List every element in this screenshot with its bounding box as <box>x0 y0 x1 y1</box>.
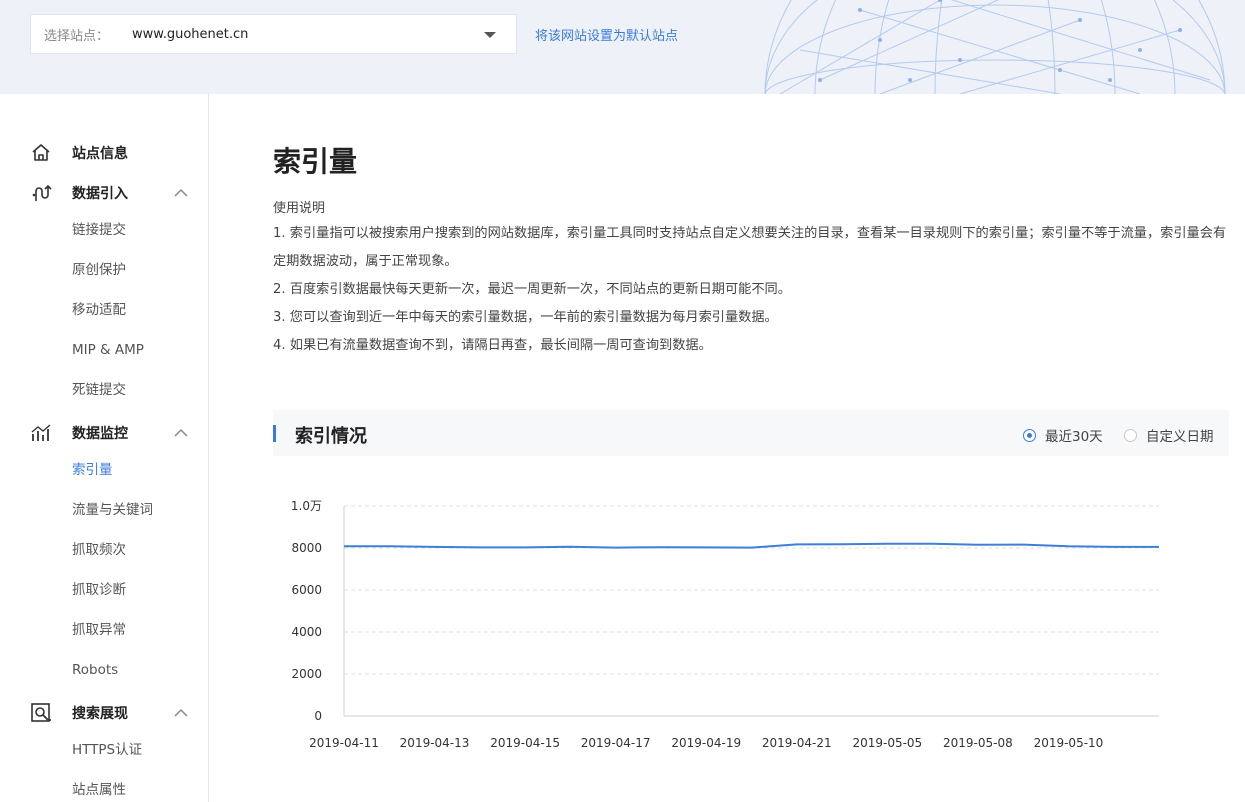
panel-title: 索引情况 <box>295 426 367 447</box>
sidebar-item-traffic-keywords[interactable]: 流量与关键词 <box>72 500 153 520</box>
accent-bar <box>273 425 276 442</box>
usage-note-3: 3. 您可以查询到近一年中每天的索引量数据，一年前的索引量数据为每月索引量数据。 <box>273 310 778 325</box>
sidebar-item-link-submit[interactable]: 链接提交 <box>72 220 126 240</box>
sidebar-item-crawl-error[interactable]: 抓取异常 <box>72 620 126 640</box>
index-panel-header: 索引情况 最近30天 自定义日期 <box>273 410 1229 456</box>
sidebar-item-site-attributes[interactable]: 站点属性 <box>72 780 126 800</box>
chevron-up-icon[interactable] <box>174 706 188 720</box>
x-tick-label: 2019-05-05 <box>852 736 922 750</box>
y-tick-label: 1.0万 <box>291 499 322 513</box>
radio-dot-icon <box>1023 428 1036 442</box>
sidebar-item-dead-link[interactable]: 死链提交 <box>72 380 126 400</box>
app-root: 选择站点： www.guohenet.cn 将该网站设置为默认站点 站点信息 数… <box>0 0 1245 802</box>
x-tick-label: 2019-05-10 <box>1034 736 1104 750</box>
y-tick-label: 8000 <box>291 541 322 555</box>
sidebar-section-label: 搜索展现 <box>72 706 128 722</box>
chevron-up-icon[interactable] <box>174 426 188 440</box>
caret-down-icon <box>484 32 496 38</box>
chevron-up-icon[interactable] <box>174 186 188 200</box>
site-select-dropdown[interactable]: 选择站点： www.guohenet.cn <box>30 14 517 54</box>
x-tick-label: 2019-04-15 <box>490 736 560 750</box>
index-volume-line-chart: 0 2000 4000 6000 8000 1.0万 2019-04-11 2019-04-1… <box>291 499 1159 750</box>
sidebar-item-https[interactable]: HTTPS认证 <box>72 740 142 760</box>
usage-note-2: 2. 百度索引数据最快每天更新一次，最迟一周更新一次，不同站点的更新日期可能不同… <box>273 282 791 297</box>
sidebar-section-data-monitor[interactable]: 数据监控 <box>0 418 208 448</box>
sidebar-item-index-volume[interactable]: 索引量 <box>72 460 113 480</box>
sidebar-item-crawl-diagnosis[interactable]: 抓取诊断 <box>72 580 126 600</box>
site-select-value: www.guohenet.cn <box>132 26 249 42</box>
sidebar-section-search-display[interactable]: 搜索展现 <box>0 698 208 728</box>
usage-note-4: 4. 如果已有流量数据查询不到，请隔日再查，最长间隔一周可查询到数据。 <box>273 338 712 353</box>
data-monitor-icon <box>31 424 51 441</box>
sidebar-section-label: 数据引入 <box>72 186 128 202</box>
sidebar-section-label: 站点信息 <box>72 146 128 162</box>
page-title: 索引量 <box>273 145 358 178</box>
top-banner: 选择站点： www.guohenet.cn 将该网站设置为默认站点 <box>0 0 1245 94</box>
radio-dot-icon <box>1124 428 1137 442</box>
y-tick-label: 2000 <box>291 667 322 681</box>
sidebar-item-robots[interactable]: Robots <box>72 660 118 680</box>
y-tick-label: 0 <box>314 709 322 723</box>
usage-instructions-title: 使用说明 <box>273 201 326 216</box>
x-tick-label: 2019-04-13 <box>400 736 470 750</box>
sidebar-section-data-import[interactable]: 数据引入 <box>0 178 208 208</box>
radio-recent-30-days[interactable]: 最近30天 <box>1023 425 1103 445</box>
y-tick-label: 6000 <box>291 583 322 597</box>
x-tick-label: 2019-04-19 <box>671 736 741 750</box>
globe-decoration-icon <box>764 0 1226 94</box>
data-import-icon <box>32 184 52 201</box>
search-display-icon <box>31 703 51 722</box>
sidebar-section-site-info[interactable]: 站点信息 <box>0 138 208 168</box>
sidebar-item-mobile-adapt[interactable]: 移动适配 <box>72 300 126 320</box>
home-icon <box>32 144 50 161</box>
sidebar-item-crawl-frequency[interactable]: 抓取频次 <box>72 540 126 560</box>
x-tick-label: 2019-04-11 <box>309 736 379 750</box>
sidebar: 站点信息 数据引入 链接提交 原创保护 移动适配 MIP & AMP 死链提交 … <box>0 94 209 802</box>
site-select-label: 选择站点： <box>44 28 110 44</box>
x-tick-label: 2019-05-08 <box>943 736 1013 750</box>
x-tick-label: 2019-04-17 <box>581 736 651 750</box>
set-default-site-link[interactable]: 将该网站设置为默认站点 <box>535 25 678 44</box>
radio-custom-date[interactable]: 自定义日期 <box>1124 425 1214 445</box>
radio-label: 自定义日期 <box>1146 429 1214 445</box>
y-tick-label: 4000 <box>291 625 322 639</box>
x-tick-label: 2019-04-21 <box>762 736 832 750</box>
radio-label: 最近30天 <box>1045 429 1103 445</box>
sidebar-item-original-protect[interactable]: 原创保护 <box>72 260 126 280</box>
sidebar-section-label: 数据监控 <box>72 426 128 442</box>
sidebar-item-mip-amp[interactable]: MIP & AMP <box>72 340 144 360</box>
usage-note-1: 1. 索引量指可以被搜索用户搜索到的网站数据库，索引量工具同时支持站点自定义想要… <box>273 226 1227 269</box>
